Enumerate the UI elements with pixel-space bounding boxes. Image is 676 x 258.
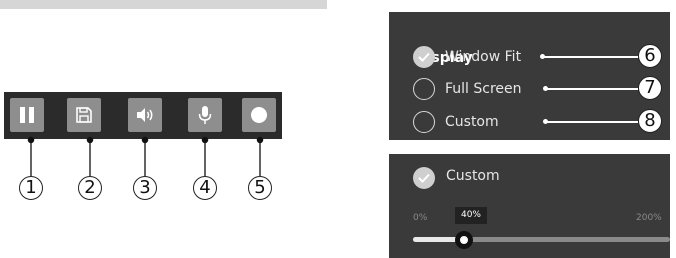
option-label: Full Screen: [445, 81, 522, 97]
radio-checked-icon[interactable]: [413, 46, 435, 68]
callout-8: 8: [638, 109, 662, 133]
slider-max-label: 200%: [636, 213, 662, 223]
callout-6: 6: [638, 44, 662, 68]
leader-line-7: [546, 88, 638, 90]
callout-4: 4: [193, 176, 217, 200]
custom-label: Custom: [446, 168, 500, 184]
option-label: Custom: [445, 114, 499, 130]
leader-line-8: [546, 121, 638, 123]
option-window-fit[interactable]: Window Fit: [413, 46, 521, 68]
slider-value-label: 40%: [455, 207, 487, 224]
option-custom[interactable]: Custom: [413, 111, 499, 133]
callout-3: 3: [133, 176, 157, 200]
radio-unchecked-icon[interactable]: [413, 78, 435, 100]
callout-2: 2: [78, 176, 102, 200]
callout-5: 5: [248, 176, 272, 200]
custom-checkbox-icon[interactable]: [413, 167, 435, 189]
slider-min-label: 0%: [413, 213, 428, 223]
option-label: Window Fit: [445, 49, 522, 65]
option-full-screen[interactable]: Full Screen: [413, 78, 522, 100]
leader-line-6: [543, 56, 638, 58]
callout-7: 7: [638, 76, 662, 100]
callout-1: 1: [19, 176, 43, 200]
radio-unchecked-icon[interactable]: [413, 111, 435, 133]
